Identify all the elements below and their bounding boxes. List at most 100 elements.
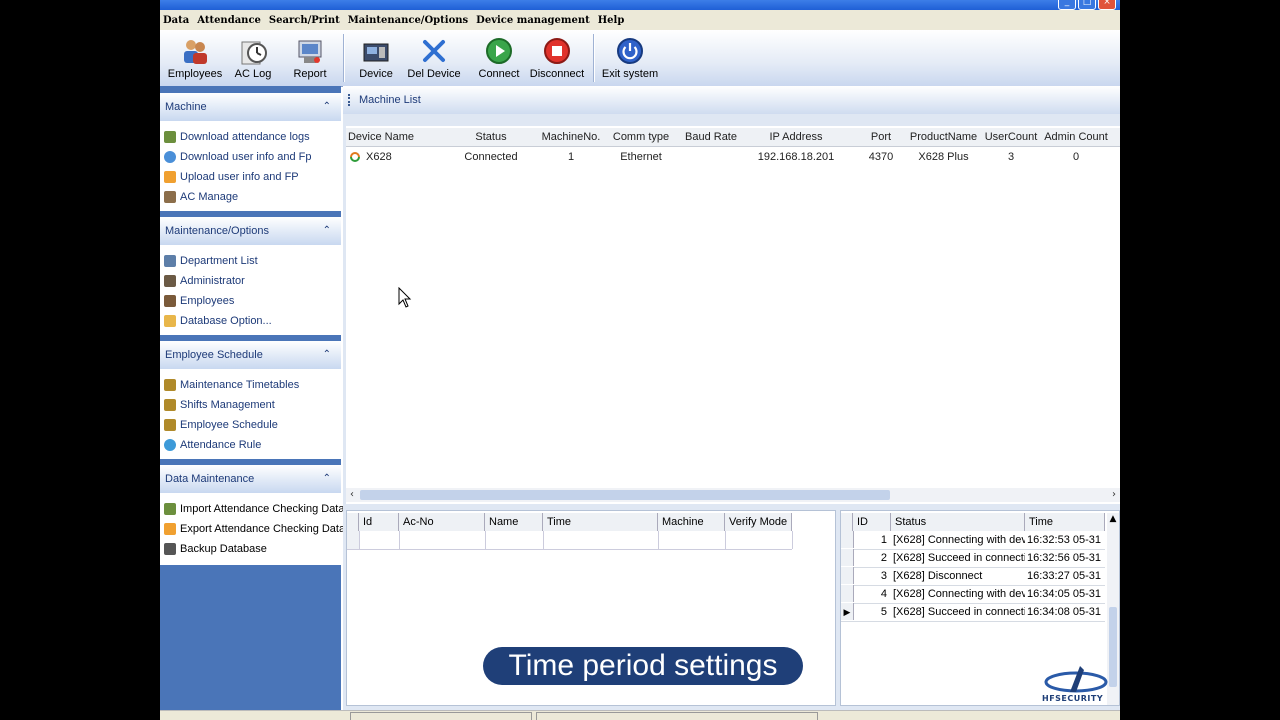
employees-button[interactable]: Employees [165, 34, 225, 82]
sidebar-item-download-user-info[interactable]: Download user info and Fp [160, 147, 341, 167]
report-icon [295, 36, 325, 66]
list-item[interactable]: 2 [X628] Succeed in connectin 16:32:56 0… [841, 549, 1105, 568]
schedule-section-header[interactable]: Employee Schedule ⌃ [160, 341, 341, 369]
column-admin-count[interactable]: Admin Count [1043, 128, 1109, 146]
table-row[interactable]: X628 Connected 1 Ethernet 192.168.18.201… [346, 148, 1120, 166]
report-button[interactable]: Report [280, 34, 340, 82]
column-baud-rate[interactable]: Baud Rate [676, 128, 746, 146]
scroll-up-icon[interactable]: ▲ [1107, 513, 1119, 525]
hfsecurity-logo: HFSECURITY [1040, 662, 1112, 706]
del-device-button[interactable]: Del Device [404, 34, 464, 82]
column-machine-no[interactable]: MachineNo. [536, 128, 606, 146]
sidebar-item-administrator[interactable]: Administrator [160, 271, 341, 291]
sidebar-item-employee-schedule[interactable]: Employee Schedule [160, 415, 341, 435]
event-log-columns: ID Status Time [841, 513, 1105, 531]
machine-list-grid: Device Name Status MachineNo. Comm type … [346, 126, 1120, 504]
data-maintenance-section-body: Import Attendance Checking Data Export A… [160, 493, 345, 565]
scroll-left-icon[interactable]: ‹ [346, 488, 358, 502]
machine-section-header[interactable]: Machine ⌃ [160, 93, 341, 121]
column-machine[interactable]: Machine [658, 513, 725, 531]
download-user-icon [164, 151, 176, 163]
collapse-chevron-icon[interactable]: ⌃ [323, 341, 331, 369]
app-window: _ □ × Data Attendance Search/Print Maint… [160, 0, 1120, 720]
column-id[interactable]: ID [853, 513, 891, 531]
table-row[interactable] [347, 531, 793, 550]
play-icon [484, 36, 514, 66]
scroll-right-icon[interactable]: › [1108, 488, 1120, 502]
device-sync-icon [349, 148, 361, 169]
sidebar-item-database-option[interactable]: Database Option... [160, 311, 341, 331]
sidebar-item-maintenance-timetables[interactable]: Maintenance Timetables [160, 375, 341, 395]
power-icon [615, 36, 645, 66]
column-status[interactable]: Status [891, 513, 1025, 531]
disconnect-button[interactable]: Disconnect [527, 34, 587, 82]
collapse-chevron-icon[interactable]: ⌃ [323, 217, 331, 245]
attendance-log-columns: Id Ac-No Name Time Machine Verify Mode [347, 513, 792, 531]
minimize-button[interactable]: _ [1058, 0, 1076, 10]
horizontal-scrollbar[interactable]: ‹ › [346, 488, 1120, 502]
column-time[interactable]: Time [543, 513, 658, 531]
sidebar-item-import-data[interactable]: Import Attendance Checking Data [160, 499, 344, 519]
schedule-section-body: Maintenance Timetables Shifts Management… [160, 369, 341, 459]
machine-section-title: Machine [165, 101, 207, 113]
list-item[interactable]: 4 [X628] Connecting with devic 16:34:05 … [841, 585, 1105, 604]
column-comm-type[interactable]: Comm type [606, 128, 676, 146]
menu-help[interactable]: Help [595, 15, 630, 26]
sidebar-item-attendance-rule[interactable]: Attendance Rule [160, 435, 341, 455]
ac-log-label: AC Log [234, 68, 272, 80]
toolbar: Employees AC Log Report Device Del Devic… [160, 30, 1120, 87]
export-icon [164, 523, 176, 535]
machine-list-header: Machine List [343, 86, 1120, 114]
menu-bar: Data Attendance Search/Print Maintenance… [160, 10, 1120, 30]
sidebar-item-ac-manage[interactable]: AC Manage [160, 187, 341, 207]
device-button[interactable]: Device [346, 34, 406, 82]
column-name[interactable]: Name [485, 513, 543, 531]
cell-comm-type: Ethernet [620, 151, 662, 163]
menu-device-management[interactable]: Device management [473, 15, 595, 26]
timetable-icon [164, 379, 176, 391]
list-item[interactable]: ▶ 5 [X628] Succeed in connectin 16:34:08… [841, 603, 1105, 622]
data-maintenance-section-header[interactable]: Data Maintenance ⌃ [160, 465, 341, 493]
sidebar-item-department-list[interactable]: Department List [160, 251, 341, 271]
connect-button[interactable]: Connect [469, 34, 529, 82]
del-device-label: Del Device [407, 68, 461, 80]
schedule-section-title: Employee Schedule [165, 349, 263, 361]
scrollbar-thumb[interactable] [360, 490, 890, 500]
menu-maintenance-options[interactable]: Maintenance/Options [345, 15, 473, 26]
menu-data[interactable]: Data [160, 15, 194, 26]
sidebar-item-shifts-management[interactable]: Shifts Management [160, 395, 341, 415]
status-bar [160, 710, 1120, 720]
column-device-name[interactable]: Device Name [346, 128, 416, 146]
menu-attendance[interactable]: Attendance [194, 15, 266, 26]
column-port[interactable]: Port [851, 128, 911, 146]
column-status[interactable]: Status [446, 128, 536, 146]
collapse-chevron-icon[interactable]: ⌃ [323, 93, 331, 121]
sidebar-item-employees[interactable]: Employees [160, 291, 341, 311]
list-item[interactable]: 1 [X628] Connecting with devic 16:32:53 … [841, 531, 1105, 550]
collapse-chevron-icon[interactable]: ⌃ [323, 465, 331, 493]
sidebar-item-backup-database[interactable]: Backup Database [160, 539, 341, 559]
sidebar-item-download-logs[interactable]: Download attendance logs [160, 127, 341, 147]
column-id[interactable]: Id [359, 513, 399, 531]
backup-icon [164, 543, 176, 555]
sidebar-item-upload-user-info[interactable]: Upload user info and FP [160, 167, 341, 187]
sidebar-item-export-data[interactable]: Export Attendance Checking Data [160, 519, 345, 539]
navigation-panel: Machine ⌃ Download attendance logs Downl… [160, 86, 345, 710]
maximize-button[interactable]: □ [1078, 0, 1096, 10]
maintenance-section-title: Maintenance/Options [165, 225, 269, 237]
list-item[interactable]: 3 [X628] Disconnect 16:33:27 05-31 [841, 567, 1105, 586]
cell-machine-no: 1 [567, 151, 575, 163]
close-button[interactable]: × [1098, 0, 1116, 10]
maintenance-section-header[interactable]: Maintenance/Options ⌃ [160, 217, 341, 245]
exit-system-button[interactable]: Exit system [600, 34, 660, 82]
disconnect-label: Disconnect [529, 68, 585, 80]
schedule-icon [164, 419, 176, 431]
column-verify-mode[interactable]: Verify Mode [725, 513, 792, 531]
column-user-count[interactable]: UserCount [981, 128, 1041, 146]
column-time[interactable]: Time [1025, 513, 1105, 531]
menu-search-print[interactable]: Search/Print [266, 15, 345, 26]
column-ip-address[interactable]: IP Address [746, 128, 846, 146]
ac-log-button[interactable]: AC Log [223, 34, 283, 82]
column-ac-no[interactable]: Ac-No [399, 513, 485, 531]
column-product-name[interactable]: ProductName [906, 128, 981, 146]
